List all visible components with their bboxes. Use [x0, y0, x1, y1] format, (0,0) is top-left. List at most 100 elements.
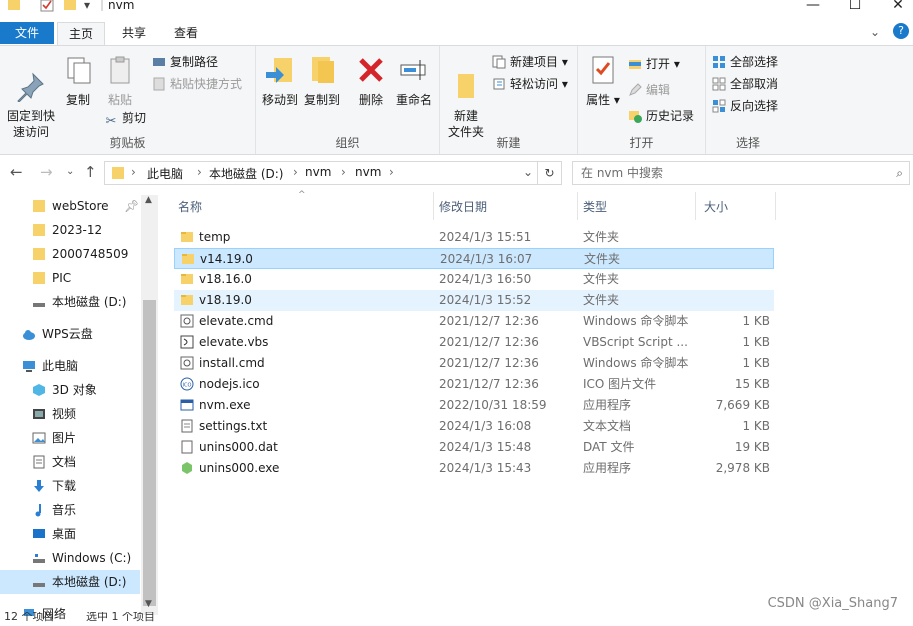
folder-icon — [8, 0, 20, 10]
scroll-up-icon[interactable]: ▲ — [145, 195, 152, 205]
search-input[interactable]: 在 nvm 中搜索 ⌕ — [572, 161, 910, 185]
file-row[interactable]: unins000.exe 2024/1/3 15:43 应用程序 2,978 KB — [174, 458, 774, 479]
column-header-name[interactable]: 名称 — [178, 192, 434, 220]
breadcrumb-nvm[interactable]: nvm — [305, 165, 331, 179]
column-header-date[interactable]: 修改日期 — [434, 192, 578, 220]
open-group-label: 打开 — [629, 136, 654, 150]
pictures-icon — [32, 432, 46, 444]
nav-scrollbar[interactable]: ▲ ▼ — [141, 195, 158, 615]
recent-locations-icon[interactable]: ⌄ — [66, 166, 74, 177]
file-row[interactable]: nvm.exe 2022/10/31 18:59 应用程序 7,669 KB — [174, 395, 774, 416]
scrollbar-thumb[interactable] — [143, 300, 156, 606]
pin-quick-access-button[interactable]: 固定到快 速访问 — [4, 54, 58, 140]
nav-item-2023-12[interactable]: 2023-12 — [0, 218, 140, 242]
properties-button[interactable]: 属性 ▾ — [584, 54, 622, 108]
file-date: 2024/1/3 15:51 — [439, 230, 532, 244]
copy-icon — [67, 57, 91, 84]
cut-button[interactable]: ✂ 剪切 — [104, 108, 146, 129]
breadcrumb-separator: › — [131, 165, 136, 179]
breadcrumb-this-pc[interactable]: 此电脑 — [147, 165, 183, 182]
documents-icon — [33, 455, 45, 469]
tab-share[interactable]: 共享 — [110, 22, 158, 46]
edit-button[interactable]: 编辑 — [628, 80, 670, 100]
paste-button[interactable]: 粘贴 — [100, 54, 140, 108]
file-row[interactable]: temp 2024/1/3 15:51 文件夹 — [174, 227, 774, 248]
download-icon — [34, 480, 44, 492]
refresh-button[interactable]: ↻ — [538, 161, 562, 185]
nav-item-3d-objects[interactable]: 3D 对象 — [0, 378, 140, 402]
nav-item-documents[interactable]: 文档 — [0, 450, 140, 474]
copy-button[interactable]: 复制 — [60, 54, 96, 108]
nav-item-drive-d[interactable]: 本地磁盘 (D:) — [0, 290, 140, 314]
file-type: 文件夹 — [583, 293, 620, 307]
nav-item-pictures[interactable]: 图片 — [0, 426, 140, 450]
nav-item-wps-cloud[interactable]: WPS云盘 — [0, 322, 140, 346]
nav-item-drive-c[interactable]: Windows (C:) — [0, 546, 140, 570]
file-name: temp — [199, 230, 231, 244]
file-size: 1 KB — [742, 356, 770, 370]
nav-item-downloads[interactable]: 下载 — [0, 474, 140, 498]
easy-access-button[interactable]: 轻松访问 ▾ — [492, 74, 568, 94]
nav-item-webstore[interactable]: webStore 📌︎ — [0, 194, 140, 218]
nav-item-pic[interactable]: PIC — [0, 266, 140, 290]
file-name: nodejs.ico — [199, 377, 260, 391]
tab-view[interactable]: 查看 — [162, 22, 210, 46]
close-button[interactable]: ✕ — [878, 0, 913, 13]
invert-selection-button[interactable]: 反向选择 — [712, 96, 778, 116]
file-row[interactable]: v18.16.0 2024/1/3 16:50 文件夹 — [174, 269, 774, 290]
cmd-icon — [180, 356, 194, 370]
open-button[interactable]: 打开 ▾ — [628, 54, 680, 74]
quick-access-dropdown-icon[interactable]: ▾ — [84, 0, 90, 12]
rename-button[interactable]: 重命名 — [394, 54, 434, 108]
history-button[interactable]: 历史记录 — [628, 106, 694, 126]
up-button[interactable]: ↑ — [84, 163, 97, 181]
file-row[interactable]: settings.txt 2024/1/3 16:08 文本文档 1 KB — [174, 416, 774, 437]
minimize-button[interactable]: — — [793, 0, 833, 13]
scroll-down-icon[interactable]: ▼ — [145, 599, 152, 609]
paste-shortcut-button[interactable]: 粘贴快捷方式 — [152, 74, 242, 94]
column-header-type[interactable]: 类型 — [578, 192, 696, 220]
address-box[interactable]: › 此电脑 › 本地磁盘 (D:) › nvm › nvm › ⌄ — [104, 161, 538, 185]
folder-icon[interactable] — [64, 0, 76, 12]
nav-item-music[interactable]: 音乐 — [0, 498, 140, 522]
file-row[interactable]: elevate.vbs 2021/12/7 12:36 VBScript Scrip… — [174, 332, 774, 353]
nav-item-videos[interactable]: 视频 — [0, 402, 140, 426]
nav-item-desktop[interactable]: 桌面 — [0, 522, 140, 546]
file-row[interactable]: v14.19.0 2024/1/3 16:07 文件夹 — [174, 248, 774, 269]
checkbox-icon[interactable] — [40, 0, 54, 12]
file-row[interactable]: install.cmd 2021/12/7 12:36 Windows 命令脚本 1 … — [174, 353, 774, 374]
breadcrumb-drive-d[interactable]: 本地磁盘 (D:) — [209, 165, 283, 182]
forward-button[interactable]: → — [40, 163, 53, 181]
selection-count: 选中 1 个项目 — [86, 612, 155, 623]
breadcrumb-separator: › — [341, 165, 346, 179]
file-row[interactable]: ICO nodejs.ico 2021/12/7 12:36 ICO 图片文件 15 K… — [174, 374, 774, 395]
status-bar: 12 个项目 选中 1 个项目 — [0, 612, 913, 623]
separator: | — [100, 0, 105, 11]
breadcrumb-separator: › — [293, 165, 298, 179]
nav-item-drive-d-selected[interactable]: 本地磁盘 (D:) — [0, 570, 140, 594]
select-none-button[interactable]: 全部取消 — [712, 74, 778, 94]
help-icon[interactable]: ? — [893, 23, 909, 39]
nav-item-this-pc[interactable]: 此电脑 — [0, 354, 140, 378]
delete-button[interactable]: 删除 — [354, 54, 388, 108]
file-row[interactable]: elevate.cmd 2021/12/7 12:36 Windows 命令脚本 1 … — [174, 311, 774, 332]
file-row[interactable]: unins000.dat 2024/1/3 15:48 DAT 文件 19 KB — [174, 437, 774, 458]
ribbon-collapse-icon[interactable]: ⌄ — [870, 25, 880, 39]
copy-to-button[interactable]: 复制到 — [302, 54, 342, 108]
new-item-button[interactable]: 新建项目 ▾ — [492, 52, 568, 72]
file-row[interactable]: v18.19.0 2024/1/3 15:52 文件夹 — [174, 290, 774, 311]
move-to-button[interactable]: 移动到 — [260, 54, 300, 108]
select-all-button[interactable]: 全部选择 — [712, 52, 778, 72]
drive-icon — [33, 303, 45, 307]
address-dropdown-icon[interactable]: ⌄ — [523, 165, 533, 179]
tab-home[interactable]: 主页 — [57, 22, 105, 46]
column-header-size[interactable]: 大小 — [696, 192, 776, 220]
new-folder-button[interactable]: 新建 文件夹 — [444, 54, 488, 140]
copy-path-button[interactable]: 复制路径 — [152, 52, 218, 72]
back-button[interactable]: ← — [10, 163, 23, 181]
drive-icon — [33, 583, 45, 587]
maximize-button[interactable]: ☐ — [835, 0, 875, 13]
tab-file[interactable]: 文件 — [0, 22, 54, 44]
nav-item-2000748509[interactable]: 2000748509 — [0, 242, 140, 266]
breadcrumb-nvm-current[interactable]: nvm — [355, 165, 381, 179]
